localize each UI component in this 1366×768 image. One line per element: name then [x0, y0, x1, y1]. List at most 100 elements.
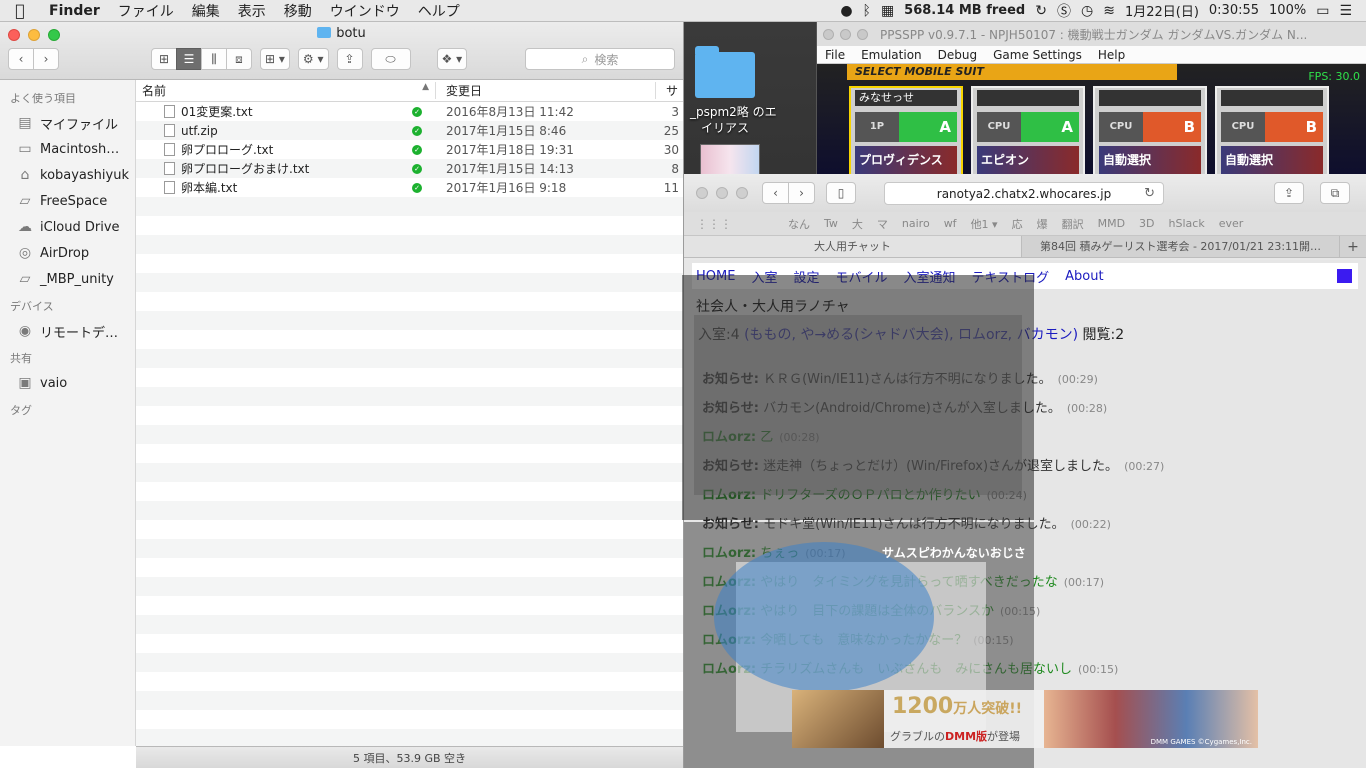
apple-menu-icon[interactable]: 	[0, 1, 40, 20]
sidebar-item-macintosh[interactable]: ▭ Macintosh…	[0, 136, 135, 162]
menu-help[interactable]: Help	[1090, 48, 1133, 62]
action-gear-button[interactable]: ⚙ ▾	[297, 48, 329, 70]
minimize-button[interactable]	[716, 187, 728, 199]
memory-freed[interactable]: 568.14 MB freed	[904, 3, 1025, 18]
dropbox-button[interactable]: ❖ ▾	[436, 48, 468, 70]
menu-window[interactable]: ウインドウ	[321, 1, 409, 21]
minimize-button[interactable]	[840, 28, 851, 40]
column-name-header[interactable]: 名前 ▲	[136, 82, 436, 99]
drop-icon[interactable]: ●	[840, 3, 852, 19]
file-row[interactable]: 卵本編.txt ✓ 2017年1月16日 9:18 11	[136, 178, 683, 197]
list-view-button[interactable]: ☰	[176, 48, 202, 70]
file-row[interactable]: 卵プロローグおまけ.txt ✓ 2017年1月15日 14:13 8	[136, 159, 683, 178]
nav-notify-link[interactable]: 入室通知	[904, 267, 956, 286]
share-button[interactable]: ⇪	[336, 48, 363, 70]
bookmark-item[interactable]: なん	[788, 216, 810, 232]
cover-flow-button[interactable]: ⧈	[226, 48, 252, 70]
bookmark-item[interactable]: MMD	[1098, 217, 1125, 230]
back-button[interactable]: ‹	[762, 182, 789, 204]
menu-edit[interactable]: 編集	[183, 1, 229, 21]
back-button[interactable]: ‹	[8, 48, 34, 70]
search-field[interactable]: ⌕ 検索	[525, 48, 675, 70]
menu-finder[interactable]: Finder	[40, 3, 109, 19]
battery-icon[interactable]: ▭	[1316, 3, 1329, 19]
room-occupancy: 入室:4 (ももの, や→める(シャドバ大会), ロムorz, バカモン) 閲覧…	[698, 324, 1124, 344]
nav-settings-link[interactable]: 設定	[793, 267, 819, 286]
tags-button[interactable]: ⬭	[370, 48, 411, 70]
top-sites-grid-icon[interactable]: ⋮⋮⋮	[696, 217, 732, 231]
game-screen[interactable]: SELECT MOBILE SUIT FPS: 30.0 みなせっせ 1P A …	[817, 64, 1366, 182]
sidebar-item-icloud[interactable]: ☁ iCloud Drive	[0, 214, 135, 240]
bookmark-item[interactable]: Tw	[824, 217, 838, 230]
file-row[interactable]: 卵プロローグ.txt ✓ 2017年1月18日 19:31 30	[136, 140, 683, 159]
menu-file[interactable]: ファイル	[109, 1, 183, 21]
bookmark-item[interactable]: ever	[1219, 217, 1244, 230]
bookmark-item[interactable]: 応	[1012, 216, 1023, 232]
nav-home-link[interactable]: HOME	[696, 269, 735, 284]
bookmark-item[interactable]: マ	[877, 216, 888, 232]
sidebar-item-airdrop[interactable]: ◎ AirDrop	[0, 240, 135, 266]
column-view-button[interactable]: ⫼	[201, 48, 227, 70]
bookmark-item[interactable]: nairo	[902, 217, 930, 230]
sidebar-item-myfiles[interactable]: ▤ マイファイル	[0, 110, 135, 136]
bluetooth-icon[interactable]: ᛒ	[863, 3, 871, 19]
bookmark-item[interactable]: 爆	[1037, 216, 1048, 232]
arrange-button[interactable]: ⊞ ▾	[260, 48, 290, 70]
menubar-date[interactable]: 1月22日(日)	[1125, 1, 1199, 20]
hard-drive-icon: ▭	[18, 141, 32, 157]
ad-banner[interactable]: 1200万人突破!! グラブルのDMM版が登場 DMM GAMES ©Cygam…	[792, 690, 1258, 748]
sync-icon[interactable]: ↻	[1035, 3, 1047, 19]
column-date-header[interactable]: 変更日	[436, 82, 656, 99]
menubar-time[interactable]: 0:30:55	[1209, 3, 1259, 18]
color-swatch[interactable]	[1337, 269, 1352, 283]
address-bar[interactable]: ranotya2.chatx2.whocares.jp ↻	[884, 182, 1164, 205]
sidebar-item-home[interactable]: ⌂ kobayashiyuk	[0, 162, 135, 188]
icon-view-button[interactable]: ⊞	[151, 48, 177, 70]
menu-file[interactable]: File	[817, 48, 853, 62]
sidebar-item-freespace[interactable]: ▱ FreeSpace	[0, 188, 135, 214]
forward-button[interactable]: ›	[33, 48, 59, 70]
nav-about-link[interactable]: About	[1065, 269, 1103, 284]
column-size-header[interactable]: サ	[656, 82, 683, 99]
close-button[interactable]	[696, 187, 708, 199]
bookmark-item[interactable]: 3D	[1139, 217, 1154, 230]
tab-chat[interactable]: 大人用チャット	[684, 236, 1022, 257]
share-button[interactable]: ⇪	[1274, 182, 1304, 204]
menu-game-settings[interactable]: Game Settings	[985, 48, 1090, 62]
menu-view[interactable]: 表示	[229, 1, 275, 21]
nav-enter-link[interactable]: 入室	[751, 267, 777, 286]
zoom-button[interactable]	[857, 28, 868, 40]
desktop-folder[interactable]: _pspm2略 のエ イリアス	[690, 46, 777, 136]
wifi-icon[interactable]: ≋	[1103, 3, 1115, 19]
sidebar-item-mbp-unity[interactable]: ▱ _MBP_unity	[0, 266, 135, 292]
forward-button[interactable]: ›	[788, 182, 815, 204]
nav-textlog-link[interactable]: テキストログ	[972, 267, 1050, 286]
bookmark-folder[interactable]: 他1 ▾	[971, 216, 998, 232]
menu-help[interactable]: ヘルプ	[409, 1, 469, 21]
reload-icon[interactable]: ↻	[1144, 186, 1155, 201]
tab-game-list[interactable]: 第84回 積みゲーリスト選考会 - 2017/01/21 23:11開…	[1022, 236, 1340, 257]
nav-mobile-link[interactable]: モバイル	[835, 267, 887, 286]
fps-counter: FPS: 30.0	[1308, 70, 1360, 83]
file-row[interactable]: utf.zip ✓ 2017年1月15日 8:46 25	[136, 121, 683, 140]
zoom-button[interactable]	[736, 187, 748, 199]
bookmark-item[interactable]: wf	[944, 217, 957, 230]
bookmark-item[interactable]: 大	[852, 216, 863, 232]
notification-center-icon[interactable]: ☰	[1339, 3, 1352, 19]
bookmark-item[interactable]: 翻訳	[1062, 216, 1084, 232]
memory-icon[interactable]: ▦	[881, 3, 894, 19]
menu-emulation[interactable]: Emulation	[853, 48, 930, 62]
file-row[interactable]: 01変更案.txt ✓ 2016年8月13日 11:42 3	[136, 102, 683, 121]
close-button[interactable]	[823, 28, 834, 40]
s-badge-icon[interactable]: Ⓢ	[1057, 1, 1071, 21]
new-tab-button[interactable]: +	[1340, 236, 1366, 257]
time-machine-icon[interactable]: ◷	[1081, 3, 1093, 19]
battery-percent[interactable]: 100%	[1269, 3, 1306, 18]
sidebar-item-remote-disc[interactable]: ◉ リモートデ…	[0, 318, 135, 344]
sidebar-item-vaio[interactable]: ▣ vaio	[0, 370, 135, 396]
bookmark-item[interactable]: hSlack	[1169, 217, 1205, 230]
sidebar-toggle-button[interactable]: ▯	[826, 182, 856, 204]
menu-debug[interactable]: Debug	[930, 48, 985, 62]
menu-go[interactable]: 移動	[275, 1, 321, 21]
show-tabs-button[interactable]: ⧉	[1320, 182, 1350, 204]
